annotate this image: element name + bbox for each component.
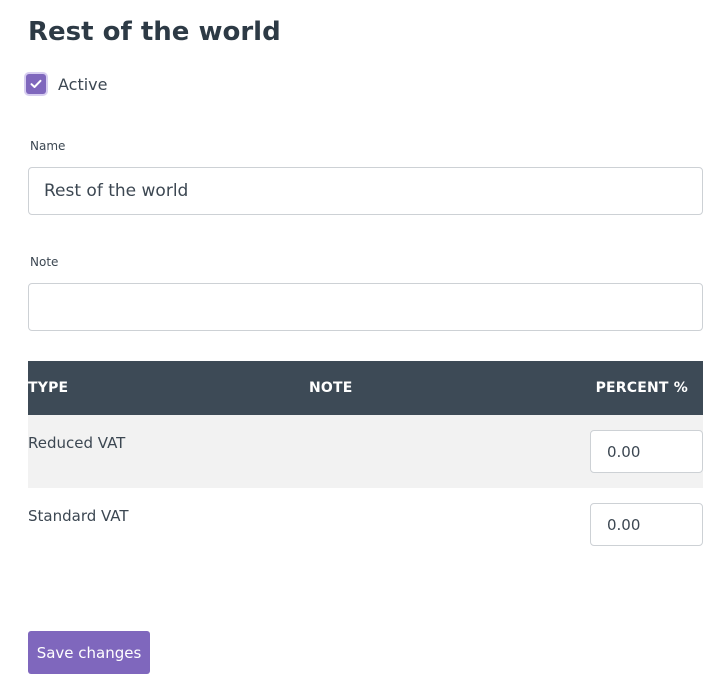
name-input[interactable]	[28, 167, 703, 215]
active-label: Active	[58, 74, 108, 94]
save-changes-button[interactable]: Save changes	[28, 631, 150, 674]
note-field-label: Note	[30, 255, 59, 269]
note-input[interactable]	[28, 283, 703, 331]
table-row: Reduced VAT	[28, 415, 703, 488]
row-type: Reduced VAT	[28, 434, 126, 452]
active-checkbox[interactable]	[26, 74, 46, 94]
table-row: Standard VAT	[28, 488, 703, 561]
checkmark-icon	[30, 79, 42, 88]
header-percent: PERCENT %	[595, 380, 688, 396]
table-header: TYPE NOTE PERCENT %	[28, 361, 703, 415]
row-type: Standard VAT	[28, 507, 129, 525]
header-type: TYPE	[28, 380, 69, 396]
name-field-label: Name	[30, 139, 66, 153]
header-note: NOTE	[309, 380, 353, 396]
active-toggle-row: Active	[26, 72, 108, 96]
percent-input[interactable]	[590, 503, 703, 546]
vat-rates-table: TYPE NOTE PERCENT % Reduced VAT Standard…	[28, 361, 703, 561]
page-title: Rest of the world	[28, 17, 281, 47]
percent-input[interactable]	[590, 430, 703, 473]
